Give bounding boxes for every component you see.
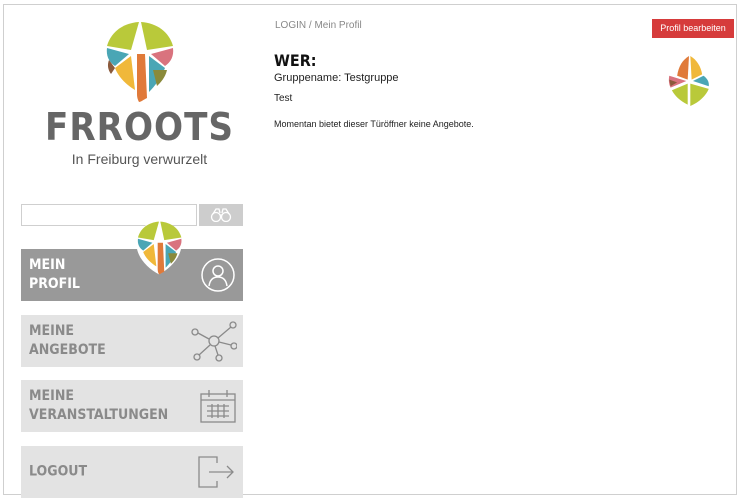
offers-info-text: Momentan bietet dieser Türöffner keine A…	[274, 119, 474, 129]
breadcrumb[interactable]: LOGIN / Mein Profil	[275, 20, 362, 31]
brand-tagline: In Freiburg verwurzelt	[71, 151, 208, 167]
nav-label: LOGOUT	[29, 463, 88, 480]
nav-meine-angebote[interactable]: MEINE ANGEBOTE	[21, 315, 243, 367]
group-name: Gruppename: Testgruppe	[274, 72, 399, 84]
nav-mein-profil[interactable]: MEIN PROFIL	[21, 249, 243, 301]
nav-label: MEINE VERANSTALTUNGEN	[29, 388, 169, 423]
page-frame: FRROOTS In Freiburg verwurzelt MEIN PROF…	[3, 4, 737, 498]
nav-label: MEINE ANGEBOTE	[29, 323, 106, 358]
calendar-icon	[200, 390, 236, 423]
nav-logout[interactable]: LOGOUT	[21, 446, 243, 498]
group-description: Test	[274, 93, 293, 104]
logout-icon	[198, 456, 234, 488]
search-button[interactable]	[199, 204, 243, 226]
nav-meine-veranstaltungen[interactable]: MEINE VERANSTALTUNGEN	[21, 380, 243, 432]
profile-leaf-icon	[667, 56, 711, 106]
network-icon	[191, 321, 237, 362]
edit-profile-button[interactable]: Profil bearbeiten	[652, 19, 734, 38]
floating-leaf-icon	[136, 221, 182, 275]
user-circle-icon	[201, 258, 235, 292]
section-title: WER:	[274, 51, 317, 70]
sidebar: FRROOTS In Freiburg verwurzelt MEIN PROF…	[4, 5, 259, 498]
logo-leaf-icon	[104, 22, 174, 102]
binoculars-icon	[210, 208, 232, 222]
brand-name: FRROOTS	[44, 105, 235, 149]
